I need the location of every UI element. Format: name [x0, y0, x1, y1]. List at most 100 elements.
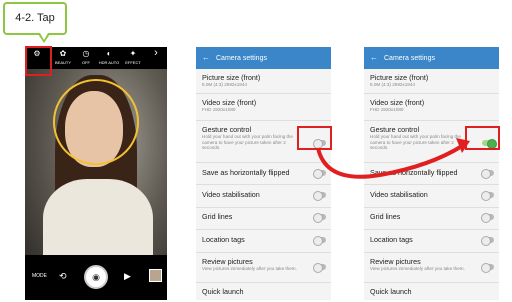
- divider: [196, 162, 331, 163]
- list-item[interactable]: Review pictures View pictures immediately…: [364, 257, 499, 272]
- item-title: Save as horizontally flipped: [370, 168, 458, 177]
- settings-screen-before: ← Camera settings Picture size (front) 5.0…: [196, 47, 331, 300]
- item-title: Video size (front): [202, 98, 257, 107]
- settings-title: Camera settings: [384, 55, 435, 62]
- divider: [364, 229, 499, 230]
- toggle[interactable]: [313, 263, 326, 273]
- item-subtitle: FHD 1920x1080: [202, 107, 236, 112]
- divider: [364, 93, 499, 94]
- item-subtitle: View pictures immediately after you take…: [202, 266, 297, 271]
- list-item[interactable]: Location tags: [364, 235, 499, 244]
- divider: [196, 207, 331, 208]
- hdr-label: HDR AUTO: [98, 60, 120, 65]
- toggle[interactable]: [313, 213, 326, 223]
- list-item[interactable]: Picture size (front) 5.0M (4:3) 2592x1944: [196, 73, 331, 88]
- divider: [364, 184, 499, 185]
- gear-highlight-box: [25, 46, 52, 76]
- item-title: Picture size (front): [370, 73, 429, 82]
- list-item[interactable]: Grid lines: [196, 212, 331, 221]
- settings-screen-after: ← Camera settings Picture size (front) 5.0…: [364, 47, 499, 300]
- step-callout: 4-2. Tap: [3, 2, 67, 35]
- list-item[interactable]: Video size (front) FHD 1920x1080: [364, 98, 499, 113]
- item-title: Review pictures: [202, 257, 253, 266]
- divider: [196, 252, 331, 253]
- toggle[interactable]: [481, 169, 494, 179]
- list-item[interactable]: Location tags: [196, 235, 331, 244]
- item-subtitle: 5.0M (4:3) 2592x1944: [370, 82, 415, 87]
- settings-header: ← Camera settings: [364, 47, 499, 69]
- shutter-button[interactable]: ◉: [84, 265, 108, 289]
- list-item[interactable]: Save as horizontally flipped: [196, 168, 331, 177]
- divider: [364, 252, 499, 253]
- divider: [364, 162, 499, 163]
- list-item[interactable]: Video size (front) FHD 1920x1080: [196, 98, 331, 113]
- back-arrow-icon[interactable]: ←: [370, 53, 378, 62]
- toggle[interactable]: [313, 169, 326, 179]
- item-title: Quick launch: [202, 287, 244, 296]
- chevron-right-icon: ›: [154, 47, 158, 59]
- list-item[interactable]: Quick launch: [364, 287, 499, 296]
- divider: [364, 120, 499, 121]
- divider: [196, 93, 331, 94]
- effect-label: EFFECT: [125, 60, 141, 65]
- divider: [364, 282, 499, 283]
- tutorial-stage: 4-2. Tap ⚙ ✿ BEAUTY ◷ OFF ◐ HDR AUTO ✦ EFFEC…: [0, 0, 512, 302]
- camera-icon: ◉: [92, 272, 100, 282]
- item-subtitle: Hold your hand out with your palm facing…: [370, 134, 461, 150]
- list-item[interactable]: Video stabilisation: [196, 190, 331, 199]
- toggle[interactable]: [313, 191, 326, 201]
- toggle[interactable]: [481, 213, 494, 223]
- gallery-thumbnail[interactable]: [149, 269, 162, 282]
- callout-tail-inner: [40, 33, 48, 40]
- divider: [196, 229, 331, 230]
- item-subtitle: 5.0M (4:3) 2592x1944: [202, 82, 247, 87]
- camera-viewfinder[interactable]: [25, 69, 167, 277]
- item-title: Picture size (front): [202, 73, 261, 82]
- item-title: Grid lines: [202, 212, 233, 221]
- divider: [196, 184, 331, 185]
- item-subtitle: View pictures immediately after you take…: [370, 266, 465, 271]
- item-title: Video stabilisation: [202, 190, 260, 199]
- toggle[interactable]: [313, 236, 326, 246]
- item-title: Location tags: [202, 235, 245, 244]
- divider: [364, 207, 499, 208]
- item-title: Quick launch: [370, 287, 412, 296]
- hdr-button[interactable]: ◐ HDR AUTO: [97, 47, 121, 69]
- divider: [196, 120, 331, 121]
- back-arrow-icon[interactable]: ←: [202, 53, 210, 62]
- item-title: Review pictures: [370, 257, 421, 266]
- mode-button[interactable]: MODE: [32, 273, 47, 279]
- face-detect-circle: [53, 79, 139, 165]
- record-video-icon[interactable]: ▶: [124, 271, 131, 282]
- item-title: Save as horizontally flipped: [202, 168, 290, 177]
- list-item[interactable]: Quick launch: [196, 287, 331, 296]
- gesture-highlight-box-before: [297, 126, 332, 150]
- item-title: Video stabilisation: [370, 190, 428, 199]
- list-item[interactable]: Review pictures View pictures immediately…: [196, 257, 331, 272]
- list-item[interactable]: Picture size (front) 5.0M (4:3) 2592x1944: [364, 73, 499, 88]
- effect-button[interactable]: ✦ EFFECT: [123, 47, 143, 69]
- timer-button[interactable]: ◷ OFF: [77, 47, 95, 69]
- beauty-button[interactable]: ✿ BEAUTY: [53, 47, 73, 69]
- beauty-icon: ✿: [59, 49, 67, 58]
- list-item[interactable]: Grid lines: [364, 212, 499, 221]
- settings-title: Camera settings: [216, 55, 267, 62]
- list-item[interactable]: Video stabilisation: [364, 190, 499, 199]
- toggle[interactable]: [481, 263, 494, 273]
- item-subtitle: FHD 1920x1080: [370, 107, 404, 112]
- switch-camera-icon[interactable]: ⟲: [59, 271, 67, 282]
- toggle[interactable]: [481, 236, 494, 246]
- more-button[interactable]: ›: [149, 47, 163, 69]
- list-item[interactable]: Save as horizontally flipped: [364, 168, 499, 177]
- item-title: Location tags: [370, 235, 413, 244]
- toggle[interactable]: [481, 191, 494, 201]
- beauty-label: BEAUTY: [54, 60, 71, 65]
- item-title: Grid lines: [370, 212, 401, 221]
- timer-label: OFF: [82, 60, 90, 65]
- gesture-highlight-box-after: [465, 126, 500, 150]
- item-title: Video size (front): [370, 98, 425, 107]
- effect-icon: ✦: [129, 49, 137, 58]
- camera-screen: ⚙ ✿ BEAUTY ◷ OFF ◐ HDR AUTO ✦ EFFECT › MODE …: [25, 47, 167, 300]
- divider: [196, 282, 331, 283]
- hdr-icon: ◐: [106, 49, 112, 58]
